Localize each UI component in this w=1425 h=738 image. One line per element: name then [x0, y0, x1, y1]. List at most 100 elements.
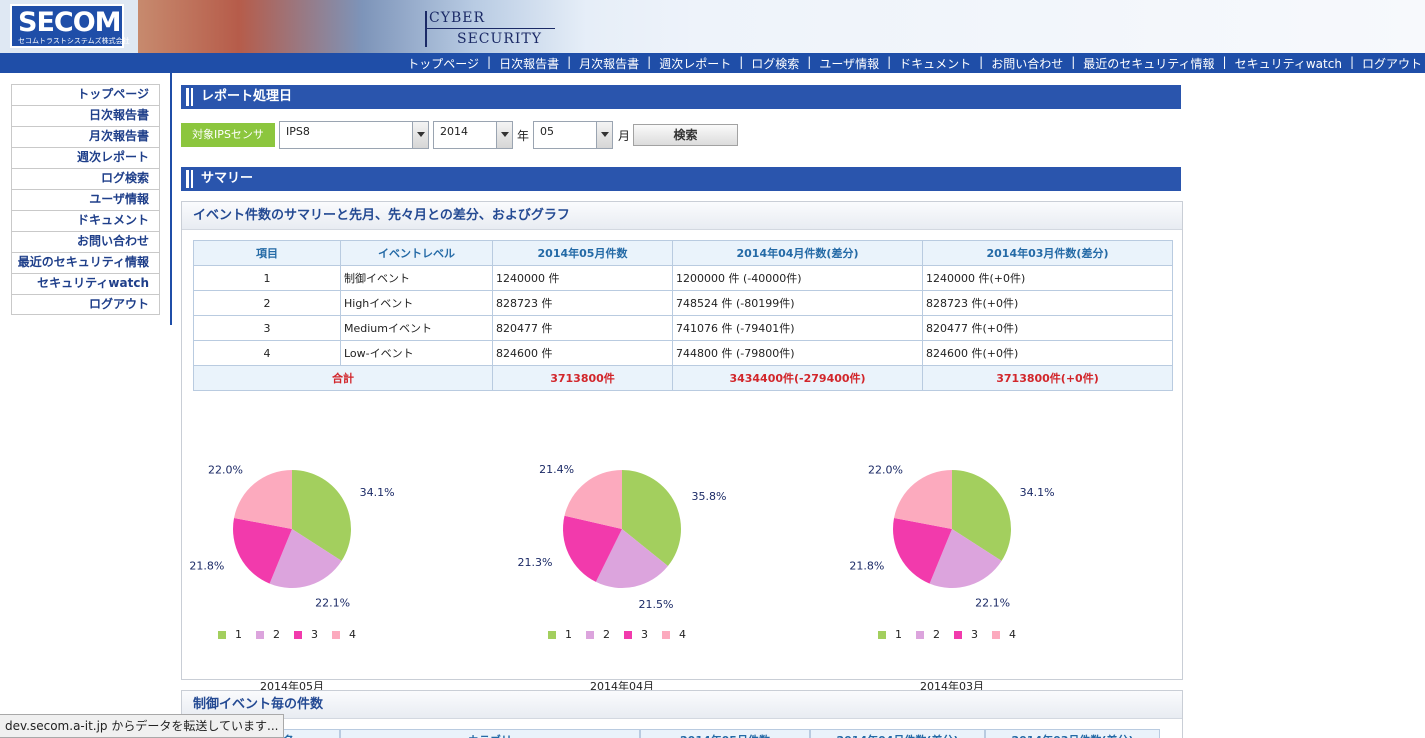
table-cell: Mediumイベント [340, 315, 493, 341]
legend-label: 2 [933, 628, 940, 641]
legend-item: 1 [548, 628, 572, 641]
legend-item: 3 [954, 628, 978, 641]
left-nav-contact[interactable]: お問い合わせ [11, 231, 160, 252]
legend-label: 4 [349, 628, 356, 641]
header-banner-image [138, 0, 698, 53]
legend-swatch [916, 630, 924, 639]
legend-item: 4 [332, 628, 356, 641]
legend-item: 3 [624, 628, 648, 641]
table-cell: 1 [193, 265, 341, 291]
pie-legend: 1 2 3 4 [878, 628, 1030, 641]
table-cell: 744800 件 (-79800件) [672, 340, 923, 366]
pie-slice-label: 35.8% [691, 490, 726, 503]
left-nav-daily-report[interactable]: 日次報告書 [11, 105, 160, 126]
legend-item: 4 [662, 628, 686, 641]
table-row: 2 Highイベント 828723 件 748524 件 (-80199件) 8… [193, 290, 1173, 316]
pie-chart-svg: 34.1% 22.1% 21.8% 22.0% [189, 464, 394, 610]
left-nav-security-watch[interactable]: セキュリティwatch [11, 273, 160, 294]
legend-swatch [256, 630, 264, 639]
col-header-category: カテゴリ [340, 729, 640, 738]
top-nav-user-info[interactable]: ユーザ情報 [819, 55, 879, 72]
pie-slice-label: 22.1% [315, 596, 350, 609]
top-nav-daily-report[interactable]: 日次報告書 [499, 55, 559, 72]
pie-chart-may: 34.1% 22.1% 21.8% 22.0% 1 2 3 4 2014年05月 [182, 432, 402, 693]
pie-slice-label: 22.0% [208, 464, 243, 477]
top-nav-monthly-report[interactable]: 月次報告書 [579, 55, 639, 72]
chevron-down-icon[interactable] [412, 122, 428, 148]
top-nav-security-news[interactable]: 最近のセキュリティ情報 [1083, 55, 1214, 72]
browser-status-bar: dev.secom.a-it.jp からデータを転送しています... [0, 714, 284, 738]
sensor-label: 対象IPSセンサ [181, 123, 275, 147]
month-select[interactable]: 05 [533, 121, 613, 149]
table-header-row: 項目 イベントレベル 2014年05月件数 2014年04月件数(差分) 201… [193, 240, 1173, 266]
legend-item: 2 [586, 628, 610, 641]
pie-chart-svg: 35.8% 21.5% 21.3% 21.4% [517, 463, 726, 611]
table-total-row: 合計 3713800件 3434400件(-279400件) 3713800件(… [193, 365, 1173, 391]
banner-text-cyber: CYBER [429, 10, 486, 26]
table-row: 3 Mediumイベント 820477 件 741076 件 (-79401件)… [193, 315, 1173, 341]
col-header-mar: 2014年03月件数(差分) [985, 729, 1160, 738]
left-nav-monthly-report[interactable]: 月次報告書 [11, 126, 160, 147]
legend-item: 1 [218, 628, 242, 641]
col-header-may: 2014年05月件数 [640, 729, 810, 738]
legend-swatch [548, 630, 556, 639]
left-nav-log-search[interactable]: ログ検索 [11, 168, 160, 189]
legend-label: 2 [273, 628, 280, 641]
table-cell: 828723 件(+0件) [922, 290, 1173, 316]
year-select-value: 2014 [440, 125, 468, 138]
legend-label: 1 [895, 628, 902, 641]
left-column: トップページ 日次報告書 月次報告書 週次レポート ログ検索 ユーザ情報 ドキュ… [0, 73, 172, 325]
legend-swatch [218, 630, 226, 639]
year-select[interactable]: 2014 [433, 121, 513, 149]
table-cell: Low-イベント [340, 340, 493, 366]
sensor-select[interactable]: IPS8 [279, 121, 429, 149]
control-events-panel: 制御イベント毎の件数 イベント名 カテゴリ 2014年05月件数 2014年04… [181, 690, 1183, 738]
month-unit-label: 月 [618, 129, 631, 143]
top-nav-contact[interactable]: お問い合わせ [991, 55, 1063, 72]
pie-slice-label: 22.0% [868, 464, 903, 477]
left-nav-weekly-report[interactable]: 週次レポート [11, 147, 160, 168]
legend-label: 4 [679, 628, 686, 641]
chevron-down-icon[interactable] [496, 122, 512, 148]
pie-chart-svg: 34.1% 22.1% 21.8% 22.0% [849, 464, 1054, 610]
col-header-may: 2014年05月件数 [492, 240, 673, 266]
top-nav-bar: トップページ | 日次報告書 | 月次報告書 | 週次レポート | ログ検索 | ユーザ情… [0, 53, 1425, 73]
left-nav: トップページ 日次報告書 月次報告書 週次レポート ログ検索 ユーザ情報 ドキュ… [11, 84, 160, 315]
summary-panel: イベント件数のサマリーと先月、先々月との差分、およびグラフ 項目 イベントレベル… [181, 201, 1183, 693]
pie-legend: 1 2 3 4 [218, 628, 370, 641]
left-nav-user-info[interactable]: ユーザ情報 [11, 189, 160, 210]
legend-label: 3 [641, 628, 648, 641]
left-nav-documents[interactable]: ドキュメント [11, 210, 160, 231]
left-nav-top-page[interactable]: トップページ [11, 84, 160, 105]
table-cell: 824600 件(+0件) [922, 340, 1173, 366]
table-cell: 制御イベント [340, 265, 493, 291]
total-label: 合計 [193, 365, 493, 391]
col-header-level: イベントレベル [340, 240, 493, 266]
left-nav-security-news[interactable]: 最近のセキュリティ情報 [11, 252, 160, 273]
top-nav-log-search[interactable]: ログ検索 [751, 55, 799, 72]
report-date-title: レポート処理日 [201, 89, 293, 104]
chevron-down-icon[interactable] [596, 122, 612, 148]
table-cell: 824600 件 [492, 340, 673, 366]
left-nav-logout[interactable]: ログアウト [11, 294, 160, 315]
legend-label: 3 [311, 628, 318, 641]
pie-slice-label: 21.4% [539, 463, 574, 476]
banner-rule [427, 28, 555, 29]
table-cell: 1200000 件 (-40000件) [672, 265, 923, 291]
top-nav-documents[interactable]: ドキュメント [899, 55, 971, 72]
table-cell: 1240000 件 [492, 265, 673, 291]
logo-subtitle: セコムトラストシステムズ株式会社 [18, 37, 130, 45]
top-nav-top-page[interactable]: トップページ [407, 55, 479, 72]
pie-chart-mar: 34.1% 22.1% 21.8% 22.0% 1 2 3 4 2014年03月 [842, 432, 1062, 693]
control-table-header-row: イベント名 カテゴリ 2014年05月件数 2014年04月件数(差分) 201… [193, 729, 1160, 738]
top-nav-security-watch[interactable]: セキュリティwatch [1235, 55, 1342, 72]
table-cell: 820477 件 [492, 315, 673, 341]
pie-slice-label: 21.3% [517, 556, 552, 569]
table-cell: Highイベント [340, 290, 493, 316]
secom-logo[interactable]: SECOM セコムトラストシステムズ株式会社 [10, 4, 130, 48]
top-nav-logout[interactable]: ログアウト [1362, 55, 1422, 72]
legend-swatch [586, 630, 594, 639]
top-nav-weekly-report[interactable]: 週次レポート [659, 55, 731, 72]
pie-slice-label: 21.8% [849, 560, 884, 573]
search-button[interactable]: 検索 [633, 124, 738, 146]
